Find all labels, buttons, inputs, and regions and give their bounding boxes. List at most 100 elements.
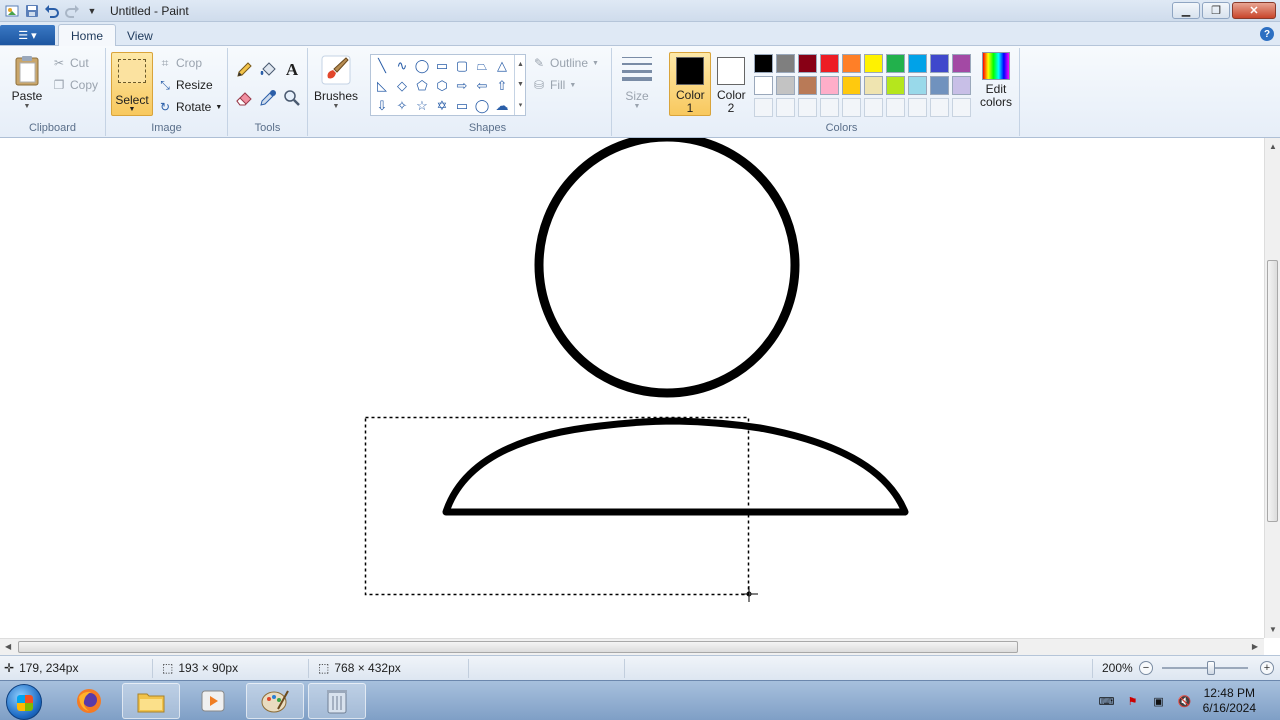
cloud-callout-shape-icon[interactable]: ☁ (493, 97, 511, 115)
palette-custom-slot[interactable] (820, 98, 839, 117)
brushes-button[interactable]: Brushes ▼ (314, 54, 358, 110)
palette-color-swatch[interactable] (908, 76, 927, 95)
drawing-canvas[interactable] (0, 138, 1264, 638)
right-triangle-shape-icon[interactable]: ◺ (373, 77, 391, 95)
vertical-scroll-thumb[interactable] (1267, 260, 1278, 522)
close-button[interactable]: ✕ (1232, 2, 1276, 19)
edit-colors-button[interactable]: Edit colors (976, 52, 1016, 109)
size-button[interactable]: Size ▼ (616, 54, 658, 110)
fill-icon[interactable] (258, 60, 278, 80)
four-point-star-shape-icon[interactable]: ✧ (393, 97, 411, 115)
palette-color-swatch[interactable] (820, 76, 839, 95)
volume-muted-icon[interactable]: 🔇 (1177, 693, 1193, 709)
resize-button[interactable]: ⤡ Resize (158, 76, 213, 94)
five-point-star-shape-icon[interactable]: ☆ (413, 97, 431, 115)
palette-color-swatch[interactable] (798, 76, 817, 95)
help-icon[interactable]: ? (1260, 27, 1274, 41)
rounded-callout-shape-icon[interactable]: ▭ (453, 97, 471, 115)
triangle-shape-icon[interactable]: △ (493, 57, 511, 75)
minimize-button[interactable]: ▁ (1172, 2, 1200, 19)
paste-button[interactable]: Paste ▼ (8, 54, 46, 110)
palette-color-swatch[interactable] (952, 54, 971, 73)
tab-home[interactable]: Home (58, 24, 117, 47)
restore-button[interactable]: ❐ (1202, 2, 1230, 19)
pentagon-shape-icon[interactable]: ⬠ (413, 77, 431, 95)
palette-color-swatch[interactable] (842, 54, 861, 73)
palette-color-swatch[interactable] (864, 54, 883, 73)
palette-color-swatch[interactable] (776, 76, 795, 95)
palette-color-swatch[interactable] (754, 54, 773, 73)
zoom-in-button[interactable]: + (1260, 661, 1274, 675)
fill-button[interactable]: ⛁ Fill ▼ (532, 76, 576, 94)
scroll-up-icon[interactable]: ▲ (1269, 142, 1277, 151)
polygon-shape-icon[interactable]: ⏢ (473, 57, 491, 75)
diamond-shape-icon[interactable]: ◇ (393, 77, 411, 95)
magnifier-icon[interactable] (282, 88, 302, 108)
vertical-scrollbar[interactable]: ▲ ▼ (1264, 138, 1280, 638)
palette-color-swatch[interactable] (820, 54, 839, 73)
scroll-right-icon[interactable]: ▶ (1252, 642, 1258, 651)
zoom-slider-track[interactable] (1162, 667, 1248, 669)
undo-icon[interactable] (44, 3, 60, 19)
start-button[interactable] (6, 684, 42, 720)
text-icon[interactable]: A (282, 60, 302, 80)
right-arrow-shape-icon[interactable]: ⇨ (453, 77, 471, 95)
palette-custom-slot[interactable] (864, 98, 883, 117)
palette-color-swatch[interactable] (886, 76, 905, 95)
palette-color-swatch[interactable] (776, 54, 795, 73)
crop-button[interactable]: ⌗ Crop (158, 54, 202, 72)
palette-color-swatch[interactable] (886, 54, 905, 73)
six-point-star-shape-icon[interactable]: ✡ (433, 97, 451, 115)
hexagon-shape-icon[interactable]: ⬡ (433, 77, 451, 95)
palette-color-swatch[interactable] (798, 54, 817, 73)
palette-custom-slot[interactable] (952, 98, 971, 117)
action-center-icon[interactable]: ⚑ (1125, 693, 1141, 709)
taskbar-firefox[interactable] (60, 683, 118, 719)
taskbar-file-explorer[interactable] (122, 683, 180, 719)
save-icon[interactable] (24, 3, 40, 19)
palette-color-swatch[interactable] (842, 76, 861, 95)
palette-custom-slot[interactable] (776, 98, 795, 117)
customize-dropdown-icon[interactable]: ▼ (84, 3, 100, 19)
left-arrow-shape-icon[interactable]: ⇦ (473, 77, 491, 95)
horizontal-scroll-thumb[interactable] (18, 641, 1018, 653)
color2-button[interactable]: Color 2 (712, 52, 750, 116)
palette-color-swatch[interactable] (952, 76, 971, 95)
horizontal-scrollbar[interactable]: ◀ ▶ (0, 638, 1264, 655)
palette-color-swatch[interactable] (930, 54, 949, 73)
shapes-scroll[interactable]: ▲ ▼ ▾ (514, 55, 526, 115)
taskbar-media-player[interactable] (184, 683, 242, 719)
eraser-icon[interactable] (234, 88, 254, 108)
zoom-slider-thumb[interactable] (1207, 661, 1215, 675)
select-button[interactable]: Select ▼ (111, 52, 153, 116)
tab-view[interactable]: View (115, 24, 165, 47)
zoom-out-button[interactable]: − (1139, 661, 1153, 675)
rounded-rectangle-shape-icon[interactable]: ▢ (453, 57, 471, 75)
scroll-down-icon[interactable]: ▼ (1269, 625, 1277, 634)
palette-custom-slot[interactable] (842, 98, 861, 117)
palette-custom-slot[interactable] (908, 98, 927, 117)
palette-custom-slot[interactable] (798, 98, 817, 117)
palette-color-swatch[interactable] (930, 76, 949, 95)
copy-button[interactable]: ❐ Copy (52, 76, 98, 94)
rotate-button[interactable]: ↻ Rotate ▼ (158, 98, 222, 116)
scroll-left-icon[interactable]: ◀ (5, 642, 11, 651)
palette-color-swatch[interactable] (754, 76, 773, 95)
oval-callout-shape-icon[interactable]: ◯ (473, 97, 491, 115)
selection-rectangle[interactable] (364, 416, 750, 596)
palette-custom-slot[interactable] (754, 98, 773, 117)
up-arrow-shape-icon[interactable]: ⇧ (493, 77, 511, 95)
palette-color-swatch[interactable] (908, 54, 927, 73)
palette-custom-slot[interactable] (886, 98, 905, 117)
color1-button[interactable]: Color 1 (669, 52, 711, 116)
taskbar-recycle-bin[interactable] (308, 683, 366, 719)
outline-button[interactable]: ✎ Outline ▼ (532, 54, 599, 72)
oval-shape-icon[interactable]: ◯ (413, 57, 431, 75)
rectangle-shape-icon[interactable]: ▭ (433, 57, 451, 75)
cut-button[interactable]: ✂ Cut (52, 54, 89, 72)
down-arrow-shape-icon[interactable]: ⇩ (373, 97, 391, 115)
clock[interactable]: 12:48 PM 6/16/2024 (1203, 686, 1256, 716)
line-shape-icon[interactable]: ╲ (373, 57, 391, 75)
network-icon[interactable]: ▣ (1151, 693, 1167, 709)
paint-app-icon[interactable] (4, 3, 20, 19)
